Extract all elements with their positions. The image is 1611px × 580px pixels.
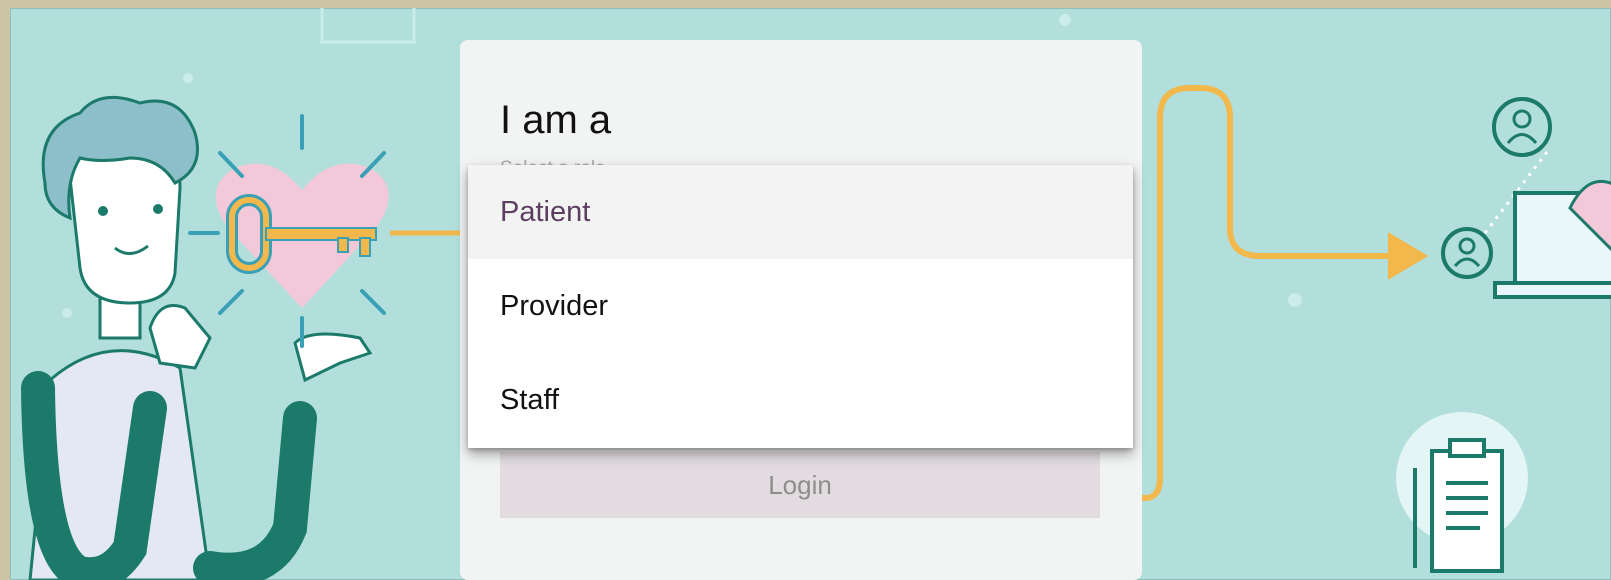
user-circle-icon [1441, 227, 1493, 279]
role-option-provider[interactable]: Provider [468, 259, 1133, 353]
connector-line [1098, 85, 1395, 501]
envelope-icon [320, 8, 416, 44]
clipboard-icon [1396, 412, 1528, 573]
role-dropdown-menu: Patient Provider Staff [468, 165, 1133, 448]
role-option-staff[interactable]: Staff [468, 353, 1133, 447]
person-illustration [21, 95, 373, 580]
heart-key-illustration [188, 114, 462, 348]
role-option-patient[interactable]: Patient [468, 165, 1133, 259]
laptop-icon [1493, 179, 1611, 299]
login-button[interactable]: Login [500, 452, 1100, 518]
user-circle-icon [1492, 97, 1552, 157]
card-title: I am a [500, 98, 612, 142]
arrow-right-icon [1388, 232, 1428, 280]
